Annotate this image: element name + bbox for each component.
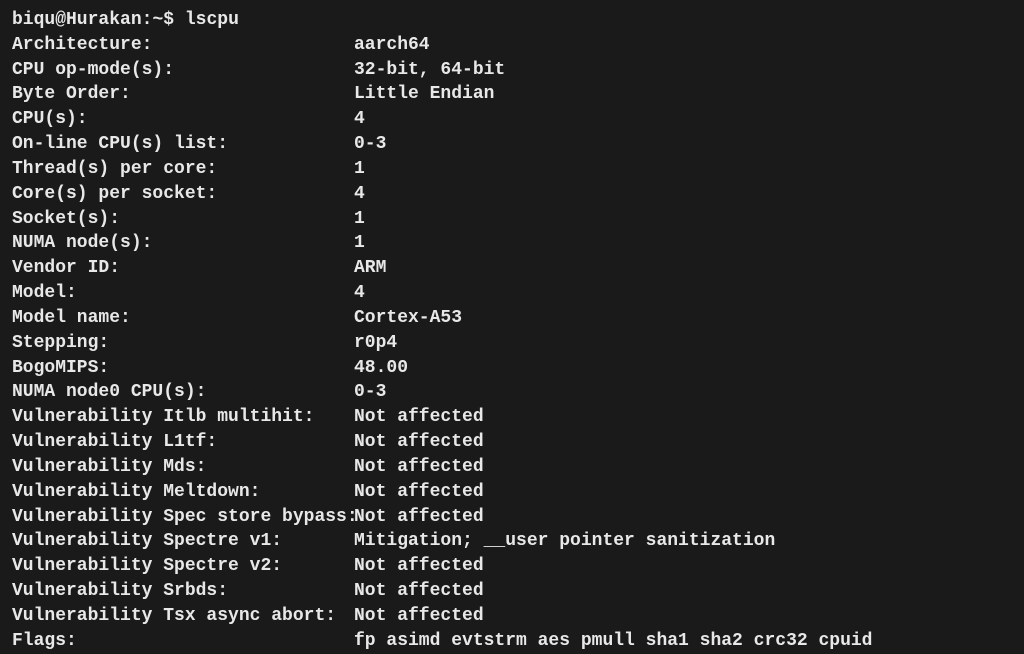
lscpu-value: Not affected [354,505,484,530]
lscpu-field: Architecture: [12,33,354,58]
lscpu-field: On-line CPU(s) list: [12,132,354,157]
lscpu-field: Model: [12,281,354,306]
lscpu-value: 1 [354,207,365,232]
terminal-output[interactable]: biqu@Hurakan:~$ lscpu Architecture:aarch… [12,8,1012,654]
lscpu-row: NUMA node(s):1 [12,231,1012,256]
lscpu-value: r0p4 [354,331,397,356]
lscpu-value: Not affected [354,604,484,629]
lscpu-value: 0-3 [354,380,386,405]
lscpu-row: Thread(s) per core:1 [12,157,1012,182]
lscpu-row: Core(s) per socket:4 [12,182,1012,207]
prompt-path: ~ [152,10,163,30]
lscpu-field: Stepping: [12,331,354,356]
lscpu-value: Not affected [354,579,484,604]
lscpu-value: 48.00 [354,356,408,381]
lscpu-row: Vulnerability Spec store bypass:Not affe… [12,505,1012,530]
prompt-separator: $ [163,10,174,30]
lscpu-value: 1 [354,157,365,182]
lscpu-row: Vulnerability L1tf:Not affected [12,430,1012,455]
lscpu-field: Vendor ID: [12,256,354,281]
lscpu-field: Byte Order: [12,82,354,107]
lscpu-value: Cortex-A53 [354,306,462,331]
lscpu-value: 4 [354,182,365,207]
lscpu-row: NUMA node0 CPU(s):0-3 [12,380,1012,405]
lscpu-row: Socket(s):1 [12,207,1012,232]
lscpu-field: Vulnerability Tsx async abort: [12,604,354,629]
lscpu-value: aarch64 [354,33,430,58]
lscpu-value: Not affected [354,554,484,579]
lscpu-row: BogoMIPS:48.00 [12,356,1012,381]
lscpu-field: Core(s) per socket: [12,182,354,207]
prompt-command: lscpu [185,10,239,30]
lscpu-field: NUMA node0 CPU(s): [12,380,354,405]
lscpu-field: Socket(s): [12,207,354,232]
lscpu-row: Vulnerability Spectre v2:Not affected [12,554,1012,579]
lscpu-row: Vulnerability Itlb multihit:Not affected [12,405,1012,430]
lscpu-field: BogoMIPS: [12,356,354,381]
lscpu-value: 4 [354,281,365,306]
lscpu-row: On-line CPU(s) list:0-3 [12,132,1012,157]
lscpu-row: Model:4 [12,281,1012,306]
lscpu-field: Vulnerability L1tf: [12,430,354,455]
lscpu-value: Not affected [354,455,484,480]
lscpu-value: Mitigation; __user pointer sanitization [354,529,775,554]
lscpu-field: NUMA node(s): [12,231,354,256]
lscpu-row: CPU(s):4 [12,107,1012,132]
prompt-user-host: biqu@Hurakan [12,10,142,30]
lscpu-row: CPU op-mode(s):32-bit, 64-bit [12,58,1012,83]
lscpu-value: fp asimd evtstrm aes pmull sha1 sha2 crc… [354,629,872,654]
lscpu-field: Vulnerability Spectre v2: [12,554,354,579]
lscpu-value: Not affected [354,480,484,505]
lscpu-row: Vulnerability Srbds:Not affected [12,579,1012,604]
lscpu-value: 4 [354,107,365,132]
lscpu-field: Vulnerability Mds: [12,455,354,480]
shell-prompt-line: biqu@Hurakan:~$ lscpu [12,8,1012,33]
lscpu-value: Not affected [354,405,484,430]
lscpu-output: Architecture:aarch64CPU op-mode(s):32-bi… [12,33,1012,654]
lscpu-row: Flags:fp asimd evtstrm aes pmull sha1 sh… [12,629,1012,654]
lscpu-value: Not affected [354,430,484,455]
lscpu-value: 0-3 [354,132,386,157]
lscpu-row: Vendor ID:ARM [12,256,1012,281]
lscpu-row: Vulnerability Meltdown:Not affected [12,480,1012,505]
lscpu-value: 32-bit, 64-bit [354,58,505,83]
lscpu-row: Model name:Cortex-A53 [12,306,1012,331]
lscpu-row: Stepping:r0p4 [12,331,1012,356]
lscpu-field: Thread(s) per core: [12,157,354,182]
lscpu-field: Vulnerability Spectre v1: [12,529,354,554]
lscpu-value: ARM [354,256,386,281]
lscpu-row: Vulnerability Tsx async abort:Not affect… [12,604,1012,629]
lscpu-row: Byte Order:Little Endian [12,82,1012,107]
lscpu-field: Vulnerability Itlb multihit: [12,405,354,430]
lscpu-field: Vulnerability Meltdown: [12,480,354,505]
lscpu-field: Flags: [12,629,354,654]
lscpu-value: 1 [354,231,365,256]
lscpu-field: Vulnerability Srbds: [12,579,354,604]
lscpu-field: CPU op-mode(s): [12,58,354,83]
lscpu-field: Model name: [12,306,354,331]
lscpu-value: Little Endian [354,82,494,107]
lscpu-row: Architecture:aarch64 [12,33,1012,58]
lscpu-field: Vulnerability Spec store bypass: [12,505,354,530]
lscpu-row: Vulnerability Spectre v1:Mitigation; __u… [12,529,1012,554]
lscpu-row: Vulnerability Mds:Not affected [12,455,1012,480]
lscpu-field: CPU(s): [12,107,354,132]
